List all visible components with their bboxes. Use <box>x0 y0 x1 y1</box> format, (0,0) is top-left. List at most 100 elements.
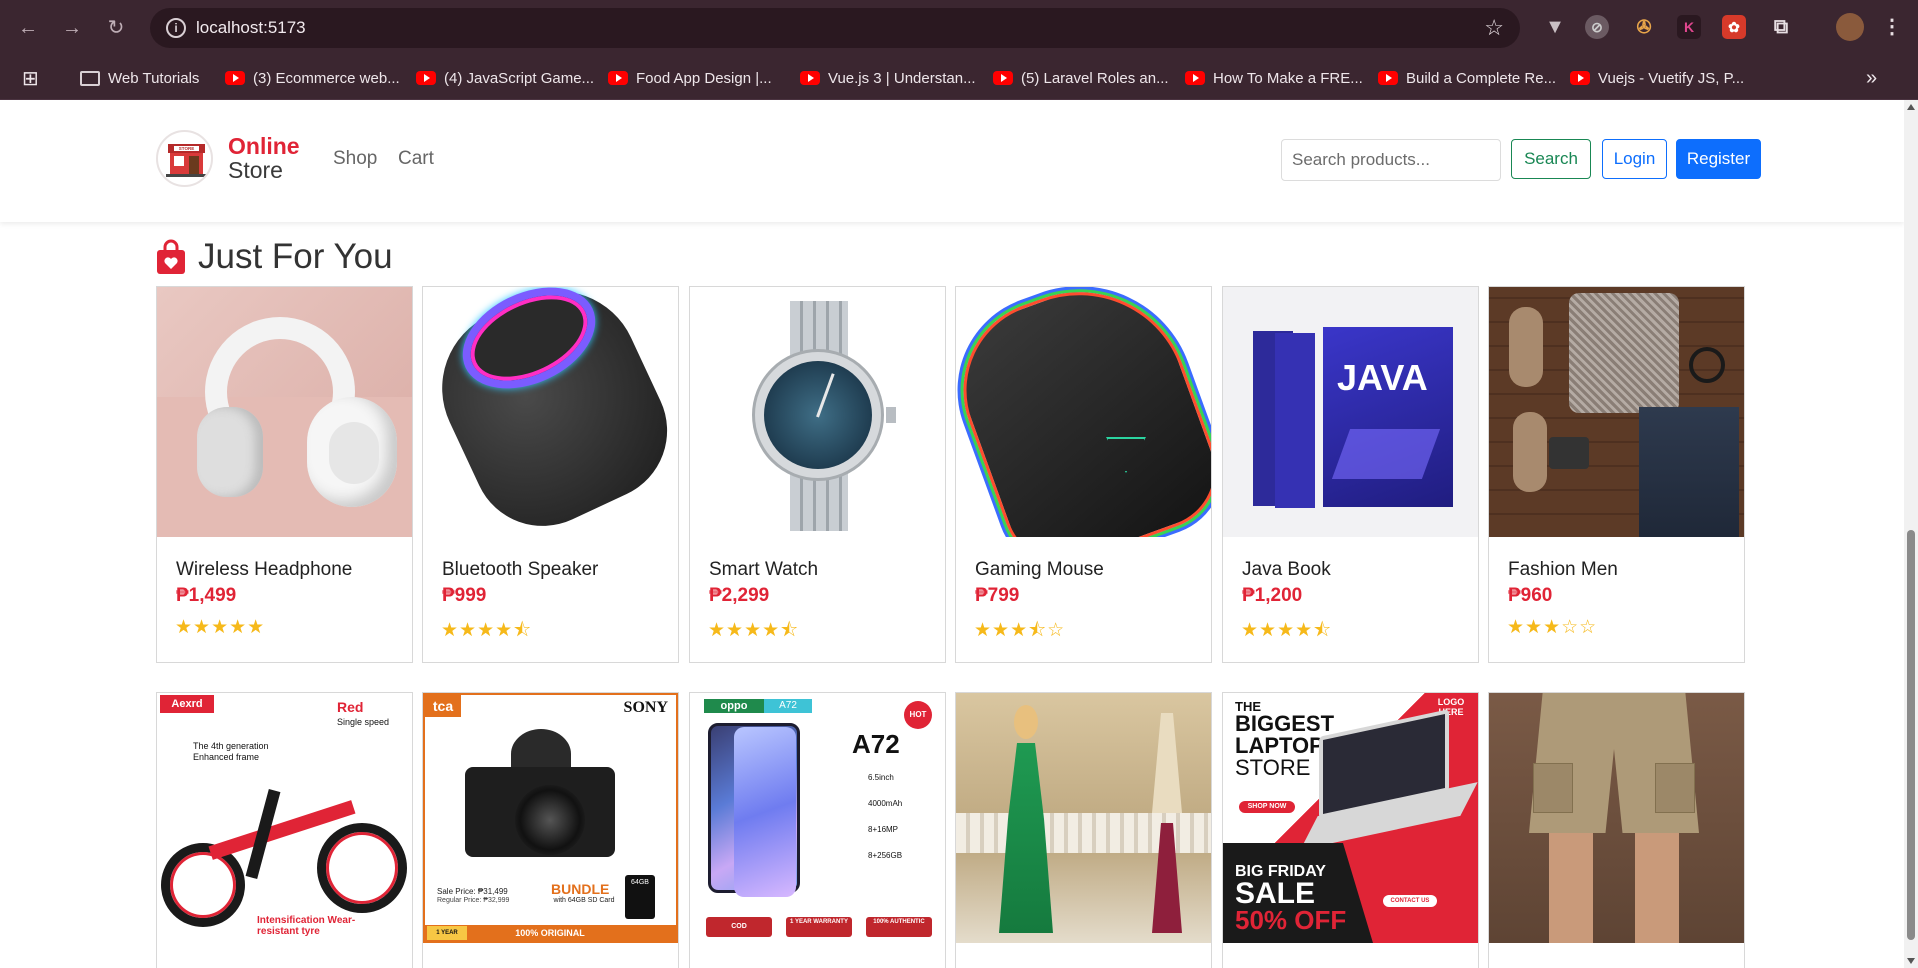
nav-shop-link[interactable]: Shop <box>333 148 377 170</box>
product-name[interactable]: Smart Watch <box>709 559 818 581</box>
product-name[interactable]: Java Book <box>1242 559 1331 581</box>
bike-tyre-text: Intensification Wear-resistant tyre <box>257 915 356 937</box>
blocker-extension-icon[interactable]: ⊘ <box>1585 15 1609 39</box>
product-image-shorts[interactable] <box>1489 693 1744 943</box>
product-name[interactable]: Wireless Headphone <box>176 559 352 581</box>
logo-line2: Store <box>228 157 283 183</box>
bookmark-item[interactable]: (4) JavaScript Game... <box>416 56 594 100</box>
product-card[interactable] <box>1488 692 1745 968</box>
product-image-headphone[interactable] <box>157 287 412 537</box>
bookmark-item[interactable]: Vuejs - Vuetify JS, P... <box>1570 56 1744 100</box>
film-extension-icon[interactable]: ✇ <box>1632 15 1656 39</box>
bookmark-item[interactable]: (3) Ecommerce web... <box>225 56 400 100</box>
youtube-icon <box>1570 71 1590 85</box>
page-viewport: STORE Online Store Shop Cart Search Logi… <box>0 100 1918 968</box>
camera-shop-text: tca <box>425 695 461 717</box>
vuetify-extension-icon[interactable]: ▼ <box>1543 15 1567 39</box>
page-scrollbar[interactable] <box>1904 100 1918 968</box>
back-icon[interactable]: ← <box>14 14 42 42</box>
youtube-icon <box>800 71 820 85</box>
product-name[interactable]: Gaming Mouse <box>975 559 1104 581</box>
product-image-phone[interactable]: oppo A72 HOT A72 6.5inch 4000mAh 8+16MP … <box>690 693 945 943</box>
nav-cart-link[interactable]: Cart <box>398 148 434 170</box>
reload-icon[interactable]: ↻ <box>102 14 130 42</box>
login-button[interactable]: Login <box>1602 139 1667 179</box>
camera-brand-text: SONY <box>623 699 668 716</box>
laptop-ad-line4: STORE <box>1235 755 1311 780</box>
phone-authentic-badge: 100% AUTHENTIC <box>866 917 932 937</box>
product-image-camera[interactable]: tca SONY Sale Price: ₱31,499 Regular Pri… <box>423 693 678 943</box>
youtube-icon <box>225 71 245 85</box>
product-name[interactable]: Bluetooth Speaker <box>442 559 598 581</box>
product-card[interactable]: JAVA Java Book ₱1,200 ★★★★⯪ <box>1222 286 1479 663</box>
search-button[interactable]: Search <box>1511 139 1591 179</box>
folder-icon <box>80 70 100 86</box>
rating-stars-icon: ★★★★★ <box>175 617 266 638</box>
bookmark-item[interactable]: How To Make a FRE... <box>1185 56 1363 100</box>
product-card[interactable]: Smart Watch ₱2,299 ★★★★⯪ <box>689 286 946 663</box>
phone-spec-storage: 8+256GB <box>868 851 903 860</box>
url-text[interactable]: localhost:5173 <box>196 18 306 38</box>
product-name[interactable]: Fashion Men <box>1508 559 1618 581</box>
phone-spec-camera: 8+16MP <box>868 825 899 834</box>
product-card[interactable] <box>955 692 1212 968</box>
search-input[interactable] <box>1281 139 1501 181</box>
scrollbar-thumb[interactable] <box>1907 530 1915 940</box>
product-card[interactable]: tca SONY Sale Price: ₱31,499 Regular Pri… <box>422 692 679 968</box>
section-heading: Just For You <box>156 236 393 278</box>
product-image-java-book[interactable]: JAVA <box>1223 287 1478 537</box>
product-price: ₱1,200 <box>1242 585 1303 606</box>
camera-regular-text: Regular Price: ₱32,999 <box>437 897 510 904</box>
store-logo-icon[interactable]: STORE <box>156 130 213 187</box>
puzzle-red-extension-icon[interactable]: ✿ <box>1722 15 1746 39</box>
apps-grid-icon[interactable]: ⊞ <box>22 56 39 100</box>
product-card[interactable]: Wireless Headphone ₱1,499 ★★★★★ <box>156 286 413 663</box>
scroll-down-icon[interactable] <box>1907 958 1915 964</box>
phone-model-text: A72 <box>852 729 900 759</box>
k-extension-icon[interactable]: K <box>1677 15 1701 39</box>
product-image-fashion-men[interactable] <box>1489 287 1744 537</box>
forward-icon[interactable]: → <box>58 14 86 42</box>
youtube-icon <box>993 71 1013 85</box>
store-logo-text[interactable]: Online Store <box>228 134 300 182</box>
bookmark-star-icon[interactable]: ☆ <box>1484 15 1504 41</box>
logo-line1: Online <box>228 133 300 159</box>
product-card[interactable]: oppo A72 HOT A72 6.5inch 4000mAh 8+16MP … <box>689 692 946 968</box>
product-card[interactable]: Aexrd Red Single speed The 4th generatio… <box>156 692 413 968</box>
register-button[interactable]: Register <box>1676 139 1761 179</box>
address-bar[interactable]: i localhost:5173 ☆ <box>150 8 1520 48</box>
laptop-ad-line2: BIGGEST <box>1235 711 1335 736</box>
bike-frame-text: The 4th generation Enhanced frame <box>193 741 269 762</box>
laptop-ad-line3: LAPTOP <box>1235 733 1324 758</box>
product-image-dresses[interactable] <box>956 693 1211 943</box>
product-card[interactable]: Fashion Men ₱960 ★★★☆☆ <box>1488 286 1745 663</box>
product-image-speaker[interactable] <box>423 287 678 537</box>
more-bookmarks-icon[interactable]: » <box>1866 56 1877 100</box>
camera-sale-text: Sale Price: ₱31,499 <box>437 887 508 896</box>
camera-warranty-text: 1 YEAR <box>427 926 467 940</box>
site-header: STORE Online Store Shop Cart Search Logi… <box>0 100 1904 222</box>
product-image-bike[interactable]: Aexrd Red Single speed The 4th generatio… <box>157 693 412 943</box>
product-card[interactable]: Gaming Mouse ₱799 ★★★⯪☆ <box>955 286 1212 663</box>
bookmarks-bar: ⊞ Web Tutorials (3) Ecommerce web... (4)… <box>0 56 1918 100</box>
bookmark-item[interactable]: Build a Complete Re... <box>1378 56 1556 100</box>
extensions-icon[interactable]: ⧉ <box>1769 15 1793 39</box>
product-image-mouse[interactable] <box>956 287 1211 537</box>
laptop-ad-cta: SHOP NOW <box>1239 801 1295 813</box>
product-image-laptop-ad[interactable]: THE BIGGEST LAPTOP STORE LOGO HERE SHOP … <box>1223 693 1478 943</box>
bike-color-text: Red <box>337 699 364 715</box>
bookmark-item[interactable]: (5) Laravel Roles an... <box>993 56 1169 100</box>
profile-avatar[interactable] <box>1836 13 1864 41</box>
menu-kebab-icon[interactable]: ⋮ <box>1880 15 1904 39</box>
bookmark-web-tutorials[interactable]: Web Tutorials <box>80 56 199 100</box>
bookmark-item[interactable]: Vue.js 3 | Understan... <box>800 56 976 100</box>
site-info-icon[interactable]: i <box>166 18 186 38</box>
scroll-up-icon[interactable] <box>1907 104 1915 110</box>
product-card[interactable]: Bluetooth Speaker ₱999 ★★★★⯪ <box>422 286 679 663</box>
product-card[interactable]: THE BIGGEST LAPTOP STORE LOGO HERE SHOP … <box>1222 692 1479 968</box>
product-image-watch[interactable] <box>690 287 945 537</box>
rating-stars-icon: ★★★⯪☆ <box>974 620 1066 641</box>
camera-banner-text: 100% ORIGINAL <box>515 928 585 938</box>
bookmark-item[interactable]: Food App Design |... <box>608 56 772 100</box>
shopping-bag-icon <box>157 239 185 274</box>
